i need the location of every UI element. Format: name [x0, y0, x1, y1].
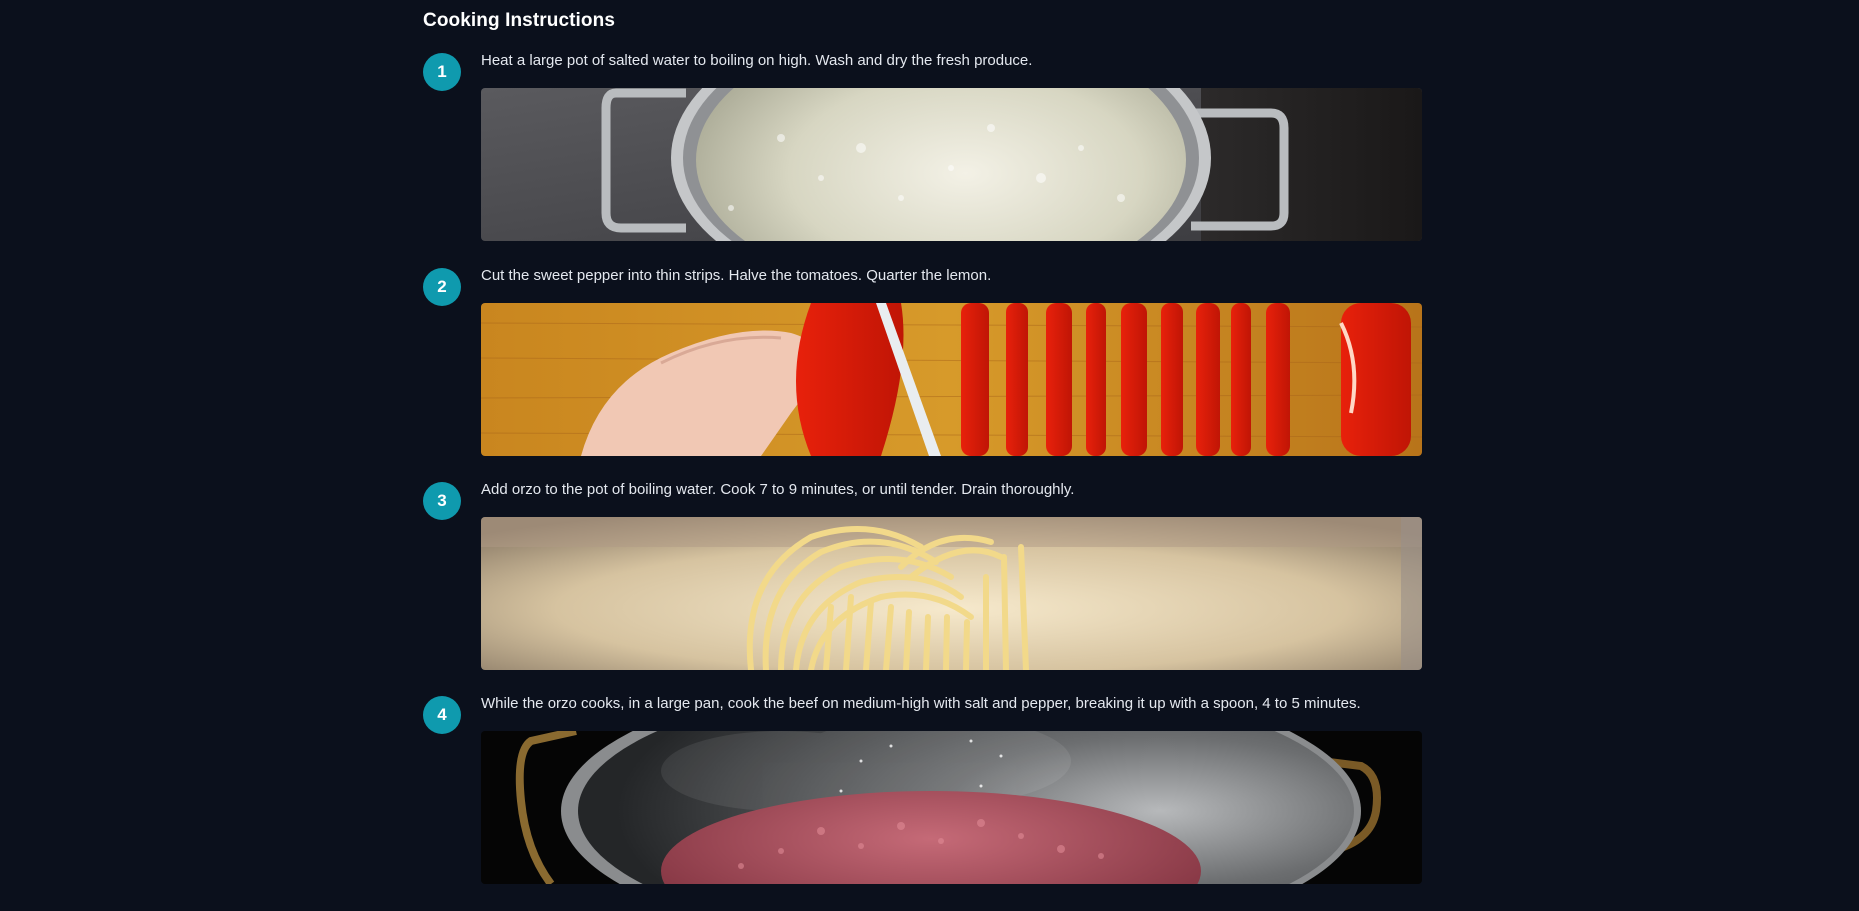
step-text: Add orzo to the pot of boiling water. Co…: [481, 481, 1075, 498]
step-number-badge: 2: [423, 268, 461, 306]
step-text: While the orzo cooks, in a large pan, co…: [481, 695, 1361, 712]
step-number-badge: 4: [423, 696, 461, 734]
step-image-slicing-pepper: [481, 303, 1422, 456]
section-title: Cooking Instructions: [423, 10, 615, 31]
step-text: Heat a large pot of salted water to boil…: [481, 52, 1033, 69]
step-image-pasta: [481, 517, 1422, 670]
step-number-badge: 3: [423, 482, 461, 520]
step-image-beef-in-wok: [481, 731, 1422, 884]
step-number-badge: 1: [423, 53, 461, 91]
step-image-boiling-water: [481, 88, 1422, 241]
step-text: Cut the sweet pepper into thin strips. H…: [481, 267, 992, 284]
